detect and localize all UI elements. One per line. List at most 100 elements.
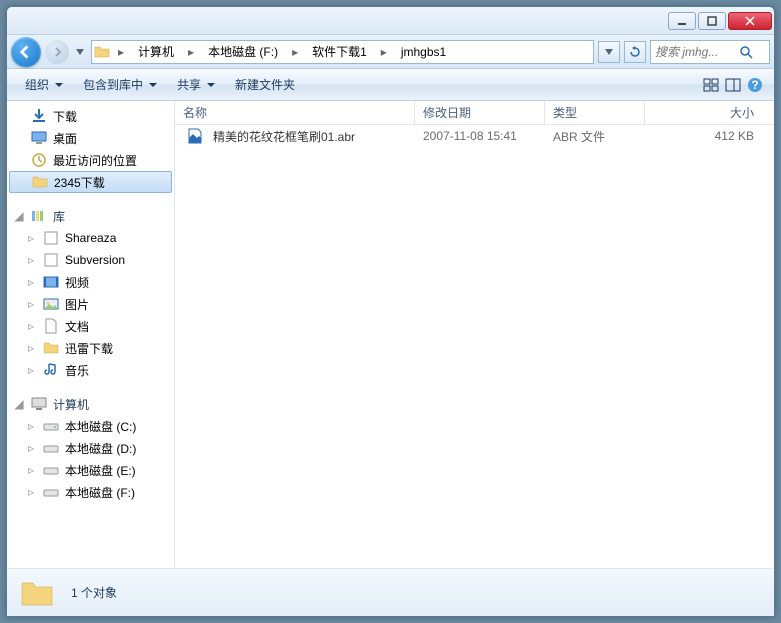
- breadcrumb-folder2[interactable]: jmhgbs1: [395, 41, 452, 63]
- expander-icon[interactable]: ▹: [25, 254, 37, 266]
- expander-icon[interactable]: ▹: [25, 464, 37, 476]
- expander-icon[interactable]: ▹: [25, 486, 37, 498]
- chevron-right-icon[interactable]: ▸: [184, 45, 198, 59]
- folder-icon: [94, 44, 110, 60]
- expander-icon[interactable]: ◢: [13, 210, 25, 222]
- sidebar-item-downloads[interactable]: ▹下载: [7, 105, 174, 127]
- pictures-icon: [43, 296, 59, 312]
- tree-label: 图片: [65, 296, 89, 313]
- sidebar-section-computer[interactable]: ◢计算机: [7, 393, 174, 415]
- search-box[interactable]: [650, 40, 770, 64]
- expander-icon[interactable]: ▹: [25, 320, 37, 332]
- sidebar-item-drive-e[interactable]: ▹ 本地磁盘 (E:): [7, 459, 174, 481]
- abr-file-icon: [187, 128, 203, 144]
- drive-icon: [43, 418, 59, 434]
- sidebar-item-pictures[interactable]: ▹ 图片: [7, 293, 174, 315]
- tree-label: 视频: [65, 274, 89, 291]
- tree-label: 本地磁盘 (E:): [65, 462, 136, 479]
- status-bar: 1 个对象: [7, 568, 774, 616]
- column-date[interactable]: 修改日期: [415, 101, 545, 124]
- sidebar-item-drive-d[interactable]: ▹ 本地磁盘 (D:): [7, 437, 174, 459]
- include-in-library-menu[interactable]: 包含到库中: [73, 69, 167, 100]
- sidebar-item-music[interactable]: ▹音乐: [7, 359, 174, 381]
- file-type: ABR 文件: [545, 128, 645, 145]
- chevron-right-icon[interactable]: ▸: [288, 45, 302, 59]
- sidebar-section-libraries[interactable]: ◢库: [7, 205, 174, 227]
- drive-icon: [43, 440, 59, 456]
- app-icon: [43, 252, 59, 268]
- tree-label: 本地磁盘 (D:): [65, 440, 136, 457]
- view-options-button[interactable]: [700, 74, 722, 96]
- expander-icon[interactable]: ▹: [25, 342, 37, 354]
- expander-icon[interactable]: ◢: [13, 398, 25, 410]
- minimize-button[interactable]: [668, 12, 696, 30]
- sidebar-item-video[interactable]: ▹ 视频: [7, 271, 174, 293]
- sidebar-item-drive-f[interactable]: ▹ 本地磁盘 (F:): [7, 481, 174, 503]
- expander-icon[interactable]: ▹: [25, 298, 37, 310]
- breadcrumb-computer[interactable]: 计算机: [132, 41, 180, 63]
- folder-icon: [32, 174, 48, 190]
- breadcrumb-drive-f[interactable]: 本地磁盘 (F:): [202, 41, 284, 63]
- file-row[interactable]: 精美的花纹花框笔刷01.abr 2007-11-08 15:41 ABR 文件 …: [175, 125, 774, 147]
- sidebar-item-drive-c[interactable]: ▹本地磁盘 (C:): [7, 415, 174, 437]
- expander-icon[interactable]: ▹: [25, 442, 37, 454]
- column-size[interactable]: 大小: [645, 101, 774, 124]
- forward-button[interactable]: [45, 40, 69, 64]
- breadcrumb-folder1[interactable]: 软件下载1: [306, 41, 373, 63]
- chevron-right-icon[interactable]: ▸: [377, 45, 391, 59]
- sidebar-item-desktop[interactable]: ▹桌面: [7, 127, 174, 149]
- close-button[interactable]: [728, 12, 772, 30]
- refresh-dropdown[interactable]: [598, 41, 620, 63]
- tree-label: 本地磁盘 (F:): [65, 484, 135, 501]
- tree-label: 迅雷下载: [65, 340, 113, 357]
- tree-label: 最近访问的位置: [53, 152, 137, 169]
- back-button[interactable]: [11, 37, 41, 67]
- organize-menu[interactable]: 组织: [15, 69, 73, 100]
- address-bar[interactable]: ▸ 计算机 ▸ 本地磁盘 (F:) ▸ 软件下载1 ▸ jmhgbs1: [91, 40, 594, 64]
- sidebar-item-recent[interactable]: ▹最近访问的位置: [7, 149, 174, 171]
- column-name[interactable]: 名称: [175, 101, 415, 124]
- sidebar-item-documents[interactable]: ▹文档: [7, 315, 174, 337]
- refresh-button[interactable]: [624, 41, 646, 63]
- sidebar-item-xunlei[interactable]: ▹ 迅雷下载: [7, 337, 174, 359]
- share-menu[interactable]: 共享: [167, 69, 225, 100]
- music-icon: [43, 362, 59, 378]
- expander-icon[interactable]: ▹: [25, 232, 37, 244]
- search-input[interactable]: [655, 45, 735, 59]
- tree-label: 库: [53, 208, 65, 225]
- file-date: 2007-11-08 15:41: [415, 129, 545, 143]
- sidebar-item-subversion[interactable]: ▹ Subversion: [7, 249, 174, 271]
- nav-tree[interactable]: ▹下载 ▹桌面 ▹最近访问的位置 ▹2345下载 ◢库 ▹Shareaza ▹S…: [7, 101, 175, 568]
- expander-icon[interactable]: ▹: [25, 420, 37, 432]
- folder-icon: [19, 575, 55, 611]
- history-dropdown[interactable]: [73, 42, 87, 62]
- nav-bar: ▸ 计算机 ▸ 本地磁盘 (F:) ▸ 软件下载1 ▸ jmhgbs1: [7, 35, 774, 69]
- explorer-window: ▸ 计算机 ▸ 本地磁盘 (F:) ▸ 软件下载1 ▸ jmhgbs1 组织 包…: [6, 6, 775, 617]
- documents-icon: [43, 318, 59, 334]
- drive-icon: [43, 462, 59, 478]
- tree-label: Shareaza: [65, 231, 116, 245]
- svg-text:?: ?: [751, 78, 758, 92]
- app-icon: [43, 230, 59, 246]
- drive-icon: [43, 484, 59, 500]
- sidebar-item-2345[interactable]: ▹2345下载: [9, 171, 172, 193]
- toolbar: 组织 包含到库中 共享 新建文件夹 ?: [7, 69, 774, 101]
- library-icon: [31, 208, 47, 224]
- titlebar: [7, 7, 774, 35]
- folder-icon: [43, 340, 59, 356]
- tree-label: Subversion: [65, 253, 125, 267]
- video-icon: [43, 274, 59, 290]
- column-type[interactable]: 类型: [545, 101, 645, 124]
- sidebar-item-shareaza[interactable]: ▹ Shareaza: [7, 227, 174, 249]
- expander-icon[interactable]: ▹: [25, 276, 37, 288]
- expander-icon[interactable]: ▹: [25, 364, 37, 376]
- preview-pane-button[interactable]: [722, 74, 744, 96]
- file-list[interactable]: 精美的花纹花框笔刷01.abr 2007-11-08 15:41 ABR 文件 …: [175, 125, 774, 568]
- file-size: 412 KB: [645, 129, 774, 143]
- chevron-right-icon[interactable]: ▸: [114, 45, 128, 59]
- recent-icon: [31, 152, 47, 168]
- maximize-button[interactable]: [698, 12, 726, 30]
- help-button[interactable]: ?: [744, 74, 766, 96]
- download-icon: [31, 108, 47, 124]
- new-folder-button[interactable]: 新建文件夹: [225, 69, 305, 100]
